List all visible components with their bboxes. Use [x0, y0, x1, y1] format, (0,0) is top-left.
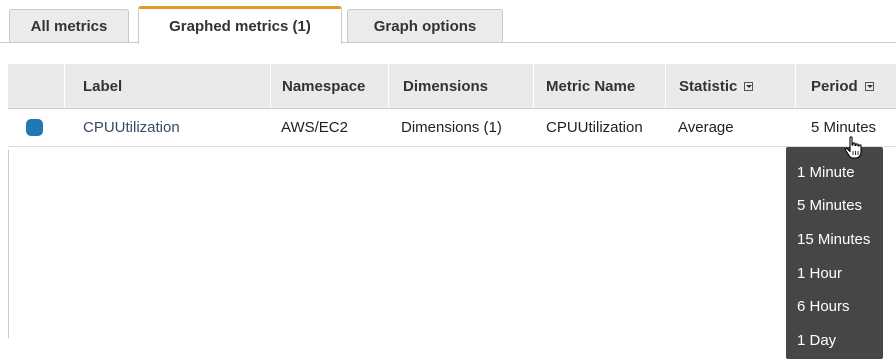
tab-all-metrics[interactable]: All metrics: [9, 9, 129, 42]
table-row: CPUUtilization AWS/EC2 Dimensions (1) CP…: [8, 109, 896, 147]
column-divider: [64, 64, 65, 108]
namespace-cell: AWS/EC2: [281, 119, 348, 136]
column-divider: [388, 64, 389, 108]
column-header-namespace[interactable]: Namespace: [282, 64, 365, 108]
tab-graph-options[interactable]: Graph options: [347, 9, 503, 42]
column-divider: [270, 64, 271, 108]
period-dropdown-menu: 1 Minute 5 Minutes 15 Minutes 1 Hour 6 H…: [786, 147, 883, 359]
period-option-1-day[interactable]: 1 Day: [786, 324, 883, 357]
column-divider: [665, 64, 666, 108]
dropdown-box-icon[interactable]: [744, 81, 754, 91]
column-header-period[interactable]: Period: [811, 64, 874, 108]
period-header-label: Period: [811, 77, 858, 95]
period-option-15-minutes[interactable]: 15 Minutes: [786, 223, 883, 256]
period-option-1-hour[interactable]: 1 Hour: [786, 257, 883, 290]
tab-bar-divider: [0, 42, 896, 43]
panel-left-border: [8, 150, 9, 338]
period-option-5-minutes[interactable]: 5 Minutes: [786, 189, 883, 222]
metric-label-cell[interactable]: CPUUtilization: [83, 109, 180, 146]
dropdown-box-icon[interactable]: [864, 81, 874, 91]
column-header-label[interactable]: Label: [83, 64, 122, 108]
column-divider: [795, 64, 796, 108]
column-header-metric-name[interactable]: Metric Name: [546, 64, 635, 108]
statistic-cell[interactable]: Average: [678, 109, 734, 146]
table-header-row: Label Namespace Dimensions Metric Name S…: [8, 64, 896, 109]
metric-name-cell: CPUUtilization: [546, 119, 643, 136]
metrics-tab-bar: All metrics Graphed metrics (1) Graph op…: [0, 0, 896, 44]
statistic-header-label: Statistic: [679, 77, 738, 95]
series-color-swatch[interactable]: [26, 119, 43, 136]
column-header-statistic[interactable]: Statistic: [679, 64, 754, 108]
tab-graphed-metrics[interactable]: Graphed metrics (1): [138, 6, 342, 44]
period-option-1-minute[interactable]: 1 Minute: [786, 156, 883, 189]
column-divider: [533, 64, 534, 108]
period-option-6-hours[interactable]: 6 Hours: [786, 290, 883, 323]
column-header-dimensions[interactable]: Dimensions: [403, 64, 488, 108]
dimensions-cell[interactable]: Dimensions (1): [401, 109, 502, 146]
hand-pointer-icon: [844, 136, 862, 159]
